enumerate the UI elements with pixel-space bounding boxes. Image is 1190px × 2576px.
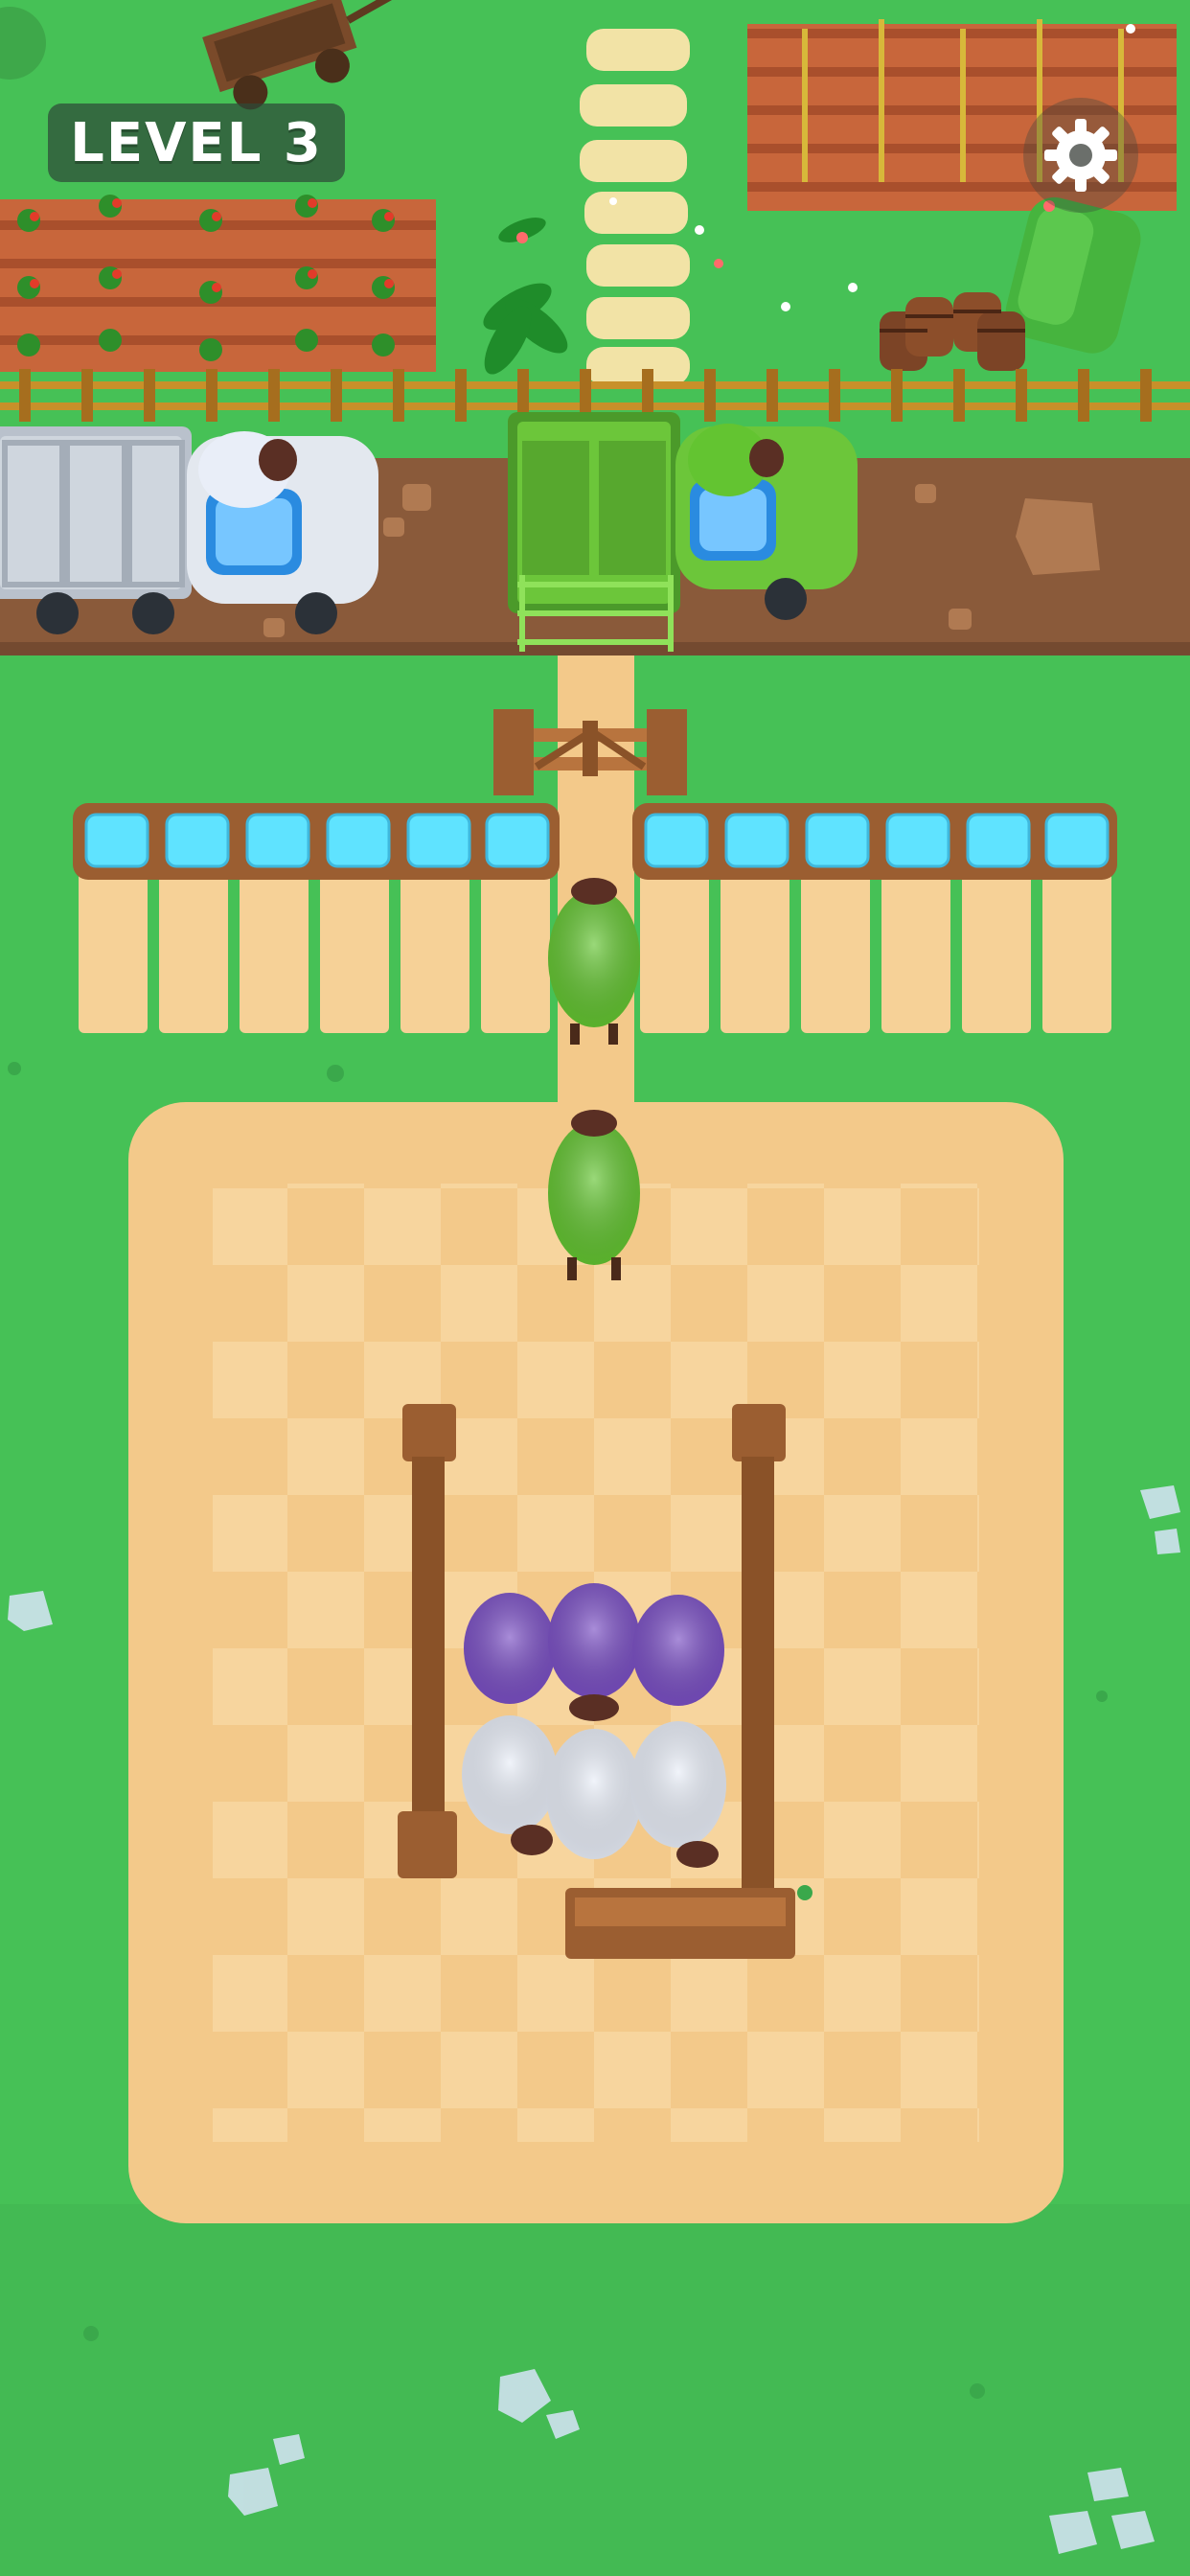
- slot-right-1[interactable]: [640, 803, 711, 1033]
- sheep-pen-white-2[interactable]: [546, 1729, 642, 1859]
- slot-left-5[interactable]: [400, 803, 471, 1033]
- sheep-pen-purple-3[interactable]: [632, 1595, 724, 1706]
- slot-left-2[interactable]: [159, 803, 230, 1033]
- slot-right-6[interactable]: [1042, 803, 1113, 1033]
- settings-button[interactable]: [1023, 98, 1138, 213]
- slot-left-6[interactable]: [481, 803, 552, 1033]
- slot-right-2[interactable]: [721, 803, 791, 1033]
- slot-right-4[interactable]: [881, 803, 952, 1033]
- game-scene: [0, 0, 1190, 2576]
- level-indicator: LEVEL 3: [48, 104, 345, 182]
- sheep-pen-white-1[interactable]: [462, 1715, 558, 1834]
- slot-left-1[interactable]: [79, 803, 149, 1033]
- sheep-pen-purple-2[interactable]: [548, 1583, 640, 1698]
- slot-left-4[interactable]: [320, 803, 391, 1033]
- slot-right-5[interactable]: [962, 803, 1033, 1033]
- slot-left-3[interactable]: [240, 803, 310, 1033]
- gear-icon: [1044, 119, 1117, 192]
- sheep-pen-white-3[interactable]: [630, 1721, 726, 1848]
- sheep-pen-purple-1[interactable]: [464, 1593, 556, 1704]
- slot-right-3[interactable]: [801, 803, 872, 1033]
